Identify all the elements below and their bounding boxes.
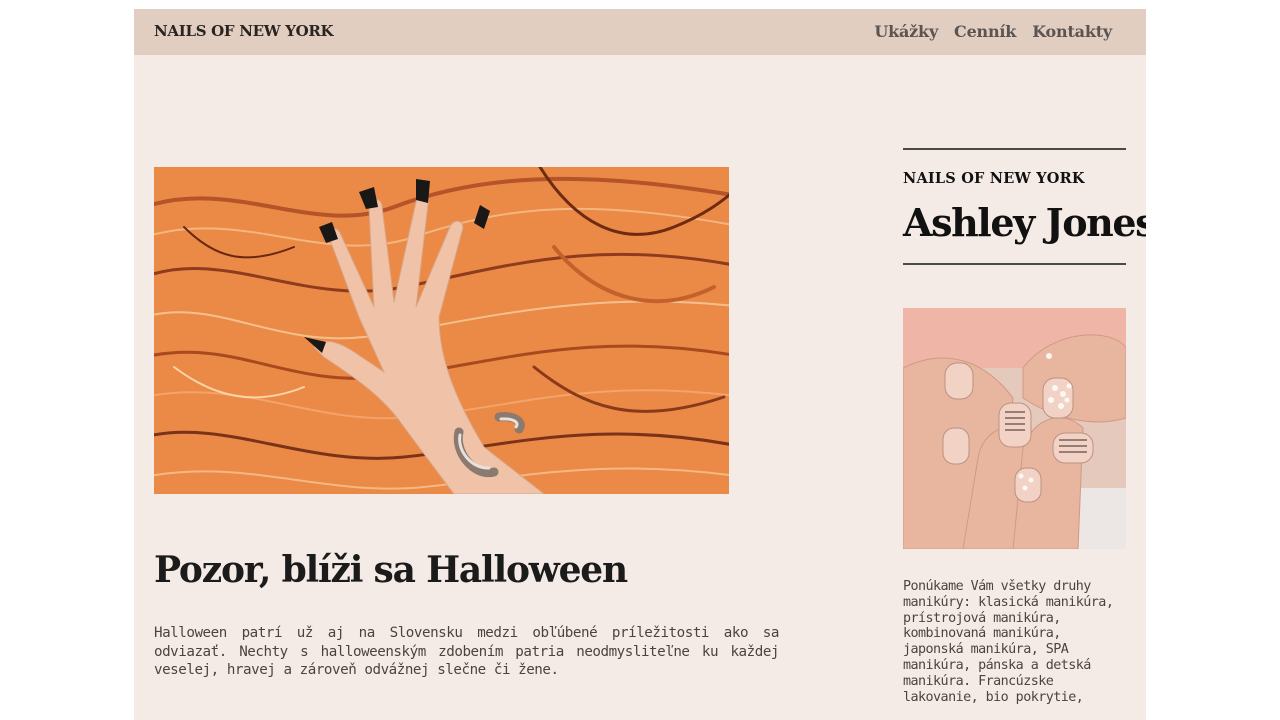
main-nav: Ukážky Cenník Kontakty bbox=[874, 22, 1112, 41]
nav-link-cennik[interactable]: Cenník bbox=[954, 22, 1016, 41]
sidebar-description: Ponúkame Vám všetky druhy manikúry: klas… bbox=[903, 579, 1114, 705]
site-logo[interactable]: NAILS OF NEW YORK bbox=[154, 22, 334, 40]
nails-closeup-illustration bbox=[903, 308, 1126, 549]
divider-bottom bbox=[903, 263, 1126, 265]
nav-link-ukazky[interactable]: Ukážky bbox=[874, 22, 938, 41]
post-excerpt: Halloween patrí už aj na Slovensku medzi… bbox=[154, 625, 779, 678]
nav-link-kontakty[interactable]: Kontakty bbox=[1032, 22, 1112, 41]
hero-image bbox=[154, 167, 729, 494]
page-container: NAILS OF NEW YORK Ukážky Cenník Kontakty bbox=[134, 9, 1146, 720]
sidebar-brand: NAILS OF NEW YORK bbox=[903, 170, 1085, 187]
post-title[interactable]: Pozor, blíži sa Halloween bbox=[154, 549, 854, 591]
header-bar: NAILS OF NEW YORK Ukážky Cenník Kontakty bbox=[134, 9, 1146, 55]
sidebar: NAILS OF NEW YORK Ashley Jones Ponúkame … bbox=[903, 148, 1146, 705]
sidebar-name: Ashley Jones bbox=[903, 200, 1146, 245]
hand-on-marble-illustration bbox=[154, 167, 729, 494]
divider-top bbox=[903, 148, 1126, 150]
sidebar-photo bbox=[903, 308, 1126, 549]
